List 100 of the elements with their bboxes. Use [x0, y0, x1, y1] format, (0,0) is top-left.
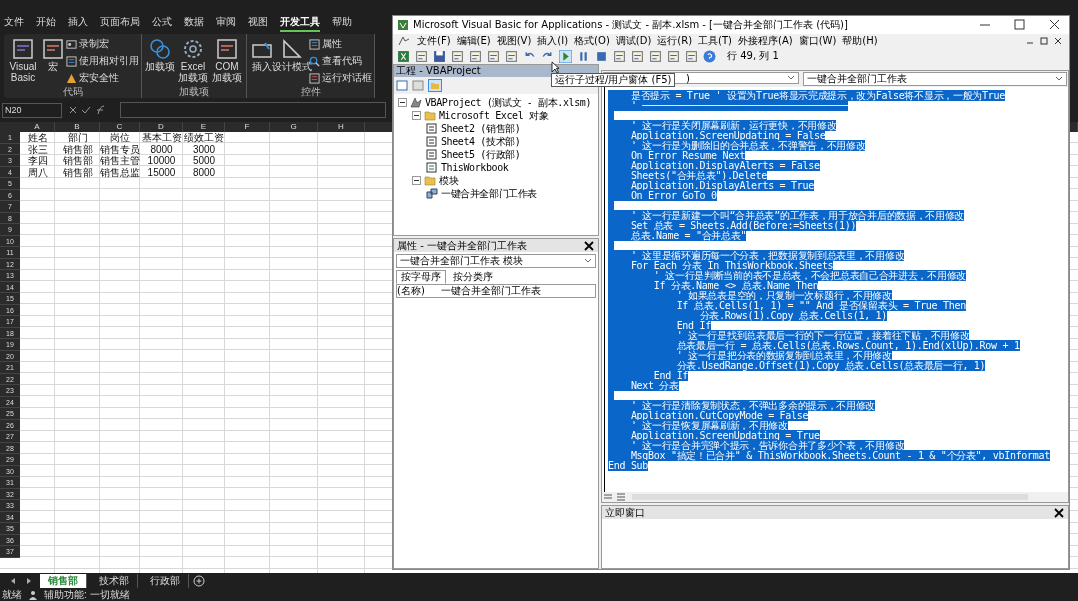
menu-item[interactable]: 帮助(H): [842, 34, 878, 48]
ribbon-button[interactable]: 使用相对引用: [66, 53, 139, 69]
menu-item[interactable]: 运行(R): [657, 34, 693, 48]
status-text: 就绪: [2, 588, 22, 601]
help-icon[interactable]: [703, 49, 716, 63]
macro-sheet-icon: [41, 37, 65, 61]
tree-item[interactable]: 模块: [439, 173, 459, 188]
ribbon-tab[interactable]: 开发工具: [280, 14, 320, 32]
ribbon-tab[interactable]: 审阅: [216, 14, 236, 32]
column-header[interactable]: E: [183, 122, 225, 132]
properties-tab[interactable]: 按分类序: [448, 270, 498, 284]
ribbon-button[interactable]: 加载项: [144, 36, 176, 86]
tree-item[interactable]: Sheet5 (行政部): [441, 147, 521, 162]
table-cell-text: 10000: [146, 155, 177, 167]
column-header[interactable]: H: [318, 122, 365, 132]
close-icon[interactable]: [1053, 506, 1065, 519]
ribbon-button[interactable]: 宏: [40, 36, 66, 86]
table-cell-text: 15000: [146, 166, 177, 178]
menu-item[interactable]: 编辑(E): [456, 34, 491, 48]
play-icon[interactable]: [559, 49, 572, 63]
ribbon-tab[interactable]: 页面布局: [100, 14, 140, 32]
table-cell-text: 销售部: [61, 143, 94, 155]
list-icon: [309, 38, 320, 50]
table-cell: 基本工资: [140, 132, 183, 144]
procedure-dropdown[interactable]: 一键合并全部门工作表: [803, 72, 1067, 86]
menu-item[interactable]: 工具(T): [698, 34, 732, 48]
collapse-icon[interactable]: [398, 98, 407, 107]
collapse-icon[interactable]: [412, 111, 421, 120]
add-sheet-icon[interactable]: [193, 575, 205, 587]
ribbon-tab[interactable]: 公式: [152, 14, 172, 32]
workbook-icon: [426, 162, 438, 173]
ribbon-button[interactable]: Excel 加载项: [176, 36, 210, 86]
sheet-icon: [426, 136, 438, 147]
close-icon[interactable]: [583, 239, 595, 252]
module-icon[interactable]: [397, 35, 411, 47]
sheet-tab[interactable]: 销售部: [40, 574, 87, 588]
name-box[interactable]: N20: [2, 102, 62, 118]
table-cell-text: 姓名: [26, 132, 49, 144]
save-icon[interactable]: [433, 49, 446, 63]
ribbon-button[interactable]: COM 加载项: [210, 36, 244, 86]
sheet-tab[interactable]: 技术部: [91, 574, 138, 588]
ribbon-tab[interactable]: 插入: [68, 14, 88, 32]
column-header[interactable]: G: [270, 122, 318, 132]
ribbon-button[interactable]: 运行对话框: [309, 70, 372, 86]
table-cell-text: 销售部: [61, 155, 94, 167]
ribbon-tab[interactable]: 数据: [184, 14, 204, 32]
tree-item[interactable]: Microsoft Excel 对象: [439, 108, 549, 123]
column-header[interactable]: B: [55, 122, 100, 132]
column-header[interactable]: F: [225, 122, 270, 132]
table-cell-text: 周八: [26, 166, 49, 178]
property-value[interactable]: 一键合并全部门工作表: [441, 285, 541, 297]
sheet-tab[interactable]: 行政部: [142, 574, 189, 588]
person-icon: [28, 590, 38, 600]
column-header[interactable]: C: [100, 122, 140, 132]
view-code-icon[interactable]: [396, 80, 408, 91]
warning-icon: [66, 72, 77, 84]
caret-icon: [584, 258, 592, 264]
object-dropdown[interactable]: 一键合并全部门工作表 模块: [396, 254, 596, 268]
caret-icon: [1055, 76, 1063, 82]
menu-item[interactable]: 调试(D): [615, 34, 652, 48]
group-label: 代码: [61, 86, 84, 97]
menu-item[interactable]: 文件(F): [417, 34, 451, 48]
pane-title: 立即窗口: [605, 505, 645, 520]
menu-item[interactable]: 视图(V): [496, 34, 532, 48]
tree-item[interactable]: Sheet2 (销售部): [441, 121, 521, 136]
tree-item[interactable]: Sheet4 (技术部): [441, 134, 521, 149]
column-header[interactable]: D: [140, 122, 183, 132]
collapse-icon[interactable]: [412, 176, 421, 185]
menu-item[interactable]: 窗口(W): [798, 34, 837, 48]
ribbon-tab[interactable]: 文件: [4, 14, 24, 32]
record-icon: [66, 38, 77, 50]
ribbon-button[interactable]: 属性: [309, 36, 372, 52]
view-toggle-icon[interactable]: [602, 492, 628, 502]
menu-item[interactable]: 插入(I): [537, 34, 569, 48]
folder-icon[interactable]: [428, 79, 442, 92]
property-name: (名称): [397, 285, 426, 297]
tree-item[interactable]: VBAProject (测试文 - 副本.xlsm): [425, 95, 592, 110]
app-icon: [397, 19, 409, 31]
column-header[interactable]: A: [20, 122, 55, 132]
ribbon-tab[interactable]: 视图: [248, 14, 268, 32]
pause-icon[interactable]: [577, 49, 590, 63]
menu-item[interactable]: 格式(O): [574, 34, 610, 48]
accessibility-status[interactable]: 辅助功能: 一切就绪: [44, 588, 130, 601]
tooltip: 运行子过程/用户窗体 (F5): [551, 73, 676, 87]
properties-tab[interactable]: 按字母序: [396, 270, 446, 284]
stop-icon[interactable]: [595, 49, 608, 63]
tree-item[interactable]: ThisWorkbook: [441, 162, 509, 173]
tree-item[interactable]: 一键合并全部门工作表: [441, 186, 537, 201]
menu-item[interactable]: 外接程序(A): [738, 34, 793, 48]
excel-icon[interactable]: [397, 49, 410, 63]
ribbon-tab[interactable]: 帮助: [332, 14, 352, 32]
ribbon-button[interactable]: 宏安全性: [66, 70, 139, 86]
cursor-position: 行 49, 列 1: [727, 49, 779, 63]
table-cell-text: 岗位: [109, 132, 131, 144]
formula-input[interactable]: [120, 102, 386, 118]
ribbon-button[interactable]: Visual Basic: [6, 36, 40, 86]
table-cell-text: 销售部: [61, 166, 94, 178]
gear-icon: [181, 37, 205, 61]
ribbon-tab[interactable]: 开始: [36, 14, 56, 32]
ribbon-button[interactable]: 录制宏: [66, 36, 139, 52]
